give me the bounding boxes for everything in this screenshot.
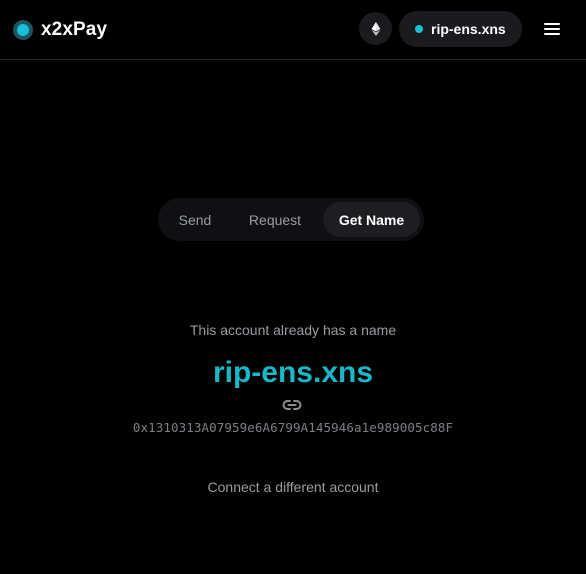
account-button[interactable]: rip-ens.xns bbox=[399, 11, 522, 47]
account-name: rip-ens.xns bbox=[431, 21, 506, 37]
tab-get-name[interactable]: Get Name bbox=[323, 202, 420, 237]
wallet-address: 0x1310313A07959e6A6799A145946a1e989005c8… bbox=[132, 420, 454, 435]
brand-name: x2xPay bbox=[41, 19, 108, 40]
tab-send[interactable]: Send bbox=[164, 202, 226, 237]
connect-different-account-link[interactable]: Connect a different account bbox=[208, 479, 379, 495]
brand-logo-icon bbox=[13, 20, 33, 40]
connect-different-account: Connect a different account bbox=[0, 479, 586, 495]
network-selector-button[interactable] bbox=[359, 12, 392, 45]
account-name-display: rip-ens.xns bbox=[212, 356, 374, 389]
ethereum-icon bbox=[371, 21, 380, 36]
brand[interactable]: x2xPay bbox=[13, 19, 107, 41]
account-status-dot bbox=[415, 25, 423, 33]
brand-logo-core bbox=[17, 24, 29, 36]
menu-button[interactable] bbox=[538, 17, 566, 41]
top-header: x2xPay rip-ens.xns bbox=[0, 0, 586, 60]
hamburger-menu-icon bbox=[544, 23, 560, 35]
account-name-notice: This account already has a name bbox=[189, 322, 397, 338]
tab-request[interactable]: Request bbox=[236, 202, 314, 237]
link-icon[interactable] bbox=[281, 396, 303, 414]
mode-tabs: Send Request Get Name bbox=[158, 198, 424, 241]
